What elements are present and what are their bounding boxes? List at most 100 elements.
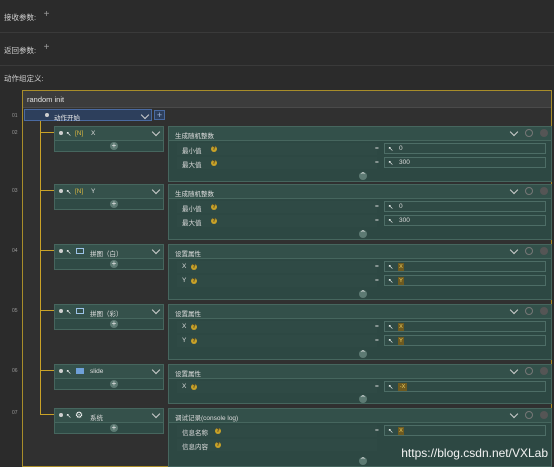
cursor-icon: ↖ [66, 131, 72, 138]
gear-icon: ⚙ [75, 410, 84, 420]
add-receive-param-icon[interactable]: + [42, 10, 51, 20]
param-value: 300 [399, 159, 410, 166]
expand-icon[interactable]: ⌃ [359, 395, 367, 403]
expand-icon[interactable]: ⌃ [359, 350, 367, 358]
param-value: X [398, 427, 404, 435]
param-label: X [182, 383, 187, 390]
param-label: 最小值 [182, 206, 202, 213]
remove-icon[interactable] [540, 247, 548, 255]
action-card[interactable]: 设置属性 X ? = ↖ X Y ? = ↖ Y ⌃ [168, 304, 552, 360]
cursor-icon: ↖ [388, 384, 394, 391]
remove-icon[interactable] [540, 187, 548, 195]
action-name: 生成随机整数 [175, 133, 214, 140]
expand-icon[interactable]: ⌃ [359, 457, 367, 465]
add-param-icon[interactable]: + [110, 260, 118, 268]
expand-icon[interactable]: ⌃ [359, 290, 367, 298]
chevron-down-icon[interactable] [140, 110, 150, 120]
param-row: X ? [177, 321, 377, 333]
param-row: X ? [177, 261, 377, 273]
help-icon[interactable]: ? [191, 278, 197, 284]
add-return-param-icon[interactable]: + [42, 43, 51, 53]
action-start-block[interactable]: 动作开始 [24, 109, 152, 122]
param-value-field[interactable]: ↖ X [384, 321, 546, 332]
node-card[interactable]: ↖ [N] X + [54, 126, 164, 152]
node-card[interactable]: ↖ ⚙ 系统 + [54, 408, 164, 434]
param-row: 最大值 ? [177, 157, 377, 169]
toggle-icon[interactable] [525, 307, 533, 315]
return-params-row: 返回参数: + [0, 33, 554, 66]
cursor-icon: ↖ [388, 324, 394, 331]
param-value-field[interactable]: ↖ Y [384, 335, 546, 346]
remove-icon[interactable] [540, 411, 548, 419]
action-card[interactable]: 生成随机整数 最小值 ? = ↖ 0 最大值 ? = ↖ 300 ⌃ [168, 126, 552, 182]
receive-params-row: 接收参数: + [0, 0, 554, 33]
help-icon[interactable]: ? [191, 384, 197, 390]
add-param-icon[interactable]: + [110, 320, 118, 328]
add-param-icon[interactable]: + [110, 200, 118, 208]
equals-sign: = [375, 383, 379, 390]
flow-connector [40, 414, 54, 415]
action-card[interactable]: 设置属性 X ? = ↖ -X ⌃ [168, 364, 552, 404]
help-icon[interactable]: ? [211, 160, 217, 166]
node-dot-icon [59, 249, 63, 253]
param-label: 信息名称 [182, 430, 208, 437]
param-value-field[interactable]: ↖ 0 [384, 201, 546, 212]
help-icon[interactable]: ? [211, 204, 217, 210]
help-icon[interactable]: ? [191, 324, 197, 330]
add-param-icon[interactable]: + [110, 380, 118, 388]
remove-icon[interactable] [540, 129, 548, 137]
node-target: X [91, 130, 96, 137]
image-icon [76, 248, 84, 254]
param-value: -X [398, 383, 407, 391]
cursor-icon: ↖ [66, 249, 72, 256]
node-card[interactable]: ↖ slide + [54, 364, 164, 390]
toggle-icon[interactable] [525, 367, 533, 375]
param-value-field[interactable]: ↖ 0 [384, 143, 546, 154]
node-target: 拼图（彩） [90, 311, 123, 318]
param-row: Y ? [177, 335, 377, 347]
node-dot-icon [59, 369, 63, 373]
cursor-icon: ↖ [388, 428, 394, 435]
node-card[interactable]: ↖ 拼图（白） + [54, 244, 164, 270]
action-card[interactable]: 设置属性 X ? = ↖ X Y ? = ↖ Y ⌃ [168, 244, 552, 300]
param-value-field[interactable]: ↖ X [384, 425, 546, 436]
help-icon[interactable]: ? [215, 428, 221, 434]
help-icon[interactable]: ? [191, 338, 197, 344]
node-card[interactable]: ↖ 拼图（彩） + [54, 304, 164, 330]
action-name: 调试记录(console log) [175, 415, 239, 422]
cursor-icon: ↖ [388, 278, 394, 285]
help-icon[interactable]: ? [191, 264, 197, 270]
param-value-field[interactable]: ↖ 300 [384, 157, 546, 168]
expand-icon[interactable]: ⌃ [359, 172, 367, 180]
toggle-icon[interactable] [525, 247, 533, 255]
add-param-icon[interactable]: + [110, 142, 118, 150]
param-row: 最小值 ? [177, 201, 377, 213]
toggle-icon[interactable] [525, 187, 533, 195]
node-target: slide [90, 368, 104, 375]
node-card[interactable]: ↖ [N] Y + [54, 184, 164, 210]
param-value: Y [398, 337, 404, 345]
param-value: 0 [399, 203, 403, 210]
line-number: 04 [12, 248, 18, 254]
help-icon[interactable]: ? [215, 442, 221, 448]
add-param-icon[interactable]: + [110, 424, 118, 432]
param-value-field[interactable]: ↖ X [384, 261, 546, 272]
help-icon[interactable]: ? [211, 218, 217, 224]
node-dot-icon [59, 309, 63, 313]
add-action-icon[interactable]: + [154, 110, 165, 120]
param-value-field[interactable]: ↖ Y [384, 275, 546, 286]
flow-connector [40, 132, 54, 133]
param-value-field[interactable]: ↖ 300 [384, 215, 546, 226]
toggle-icon[interactable] [525, 129, 533, 137]
remove-icon[interactable] [540, 367, 548, 375]
help-icon[interactable]: ? [211, 146, 217, 152]
expand-icon[interactable]: ⌃ [359, 230, 367, 238]
remove-icon[interactable] [540, 307, 548, 315]
param-value: 300 [399, 217, 410, 224]
line-number: 03 [12, 188, 18, 194]
action-card[interactable]: 生成随机整数 最小值 ? = ↖ 0 最大值 ? = ↖ 300 ⌃ [168, 184, 552, 240]
action-header [169, 365, 551, 379]
node-dot-icon [45, 113, 49, 117]
param-value-field[interactable]: ↖ -X [384, 381, 546, 392]
toggle-icon[interactable] [525, 411, 533, 419]
